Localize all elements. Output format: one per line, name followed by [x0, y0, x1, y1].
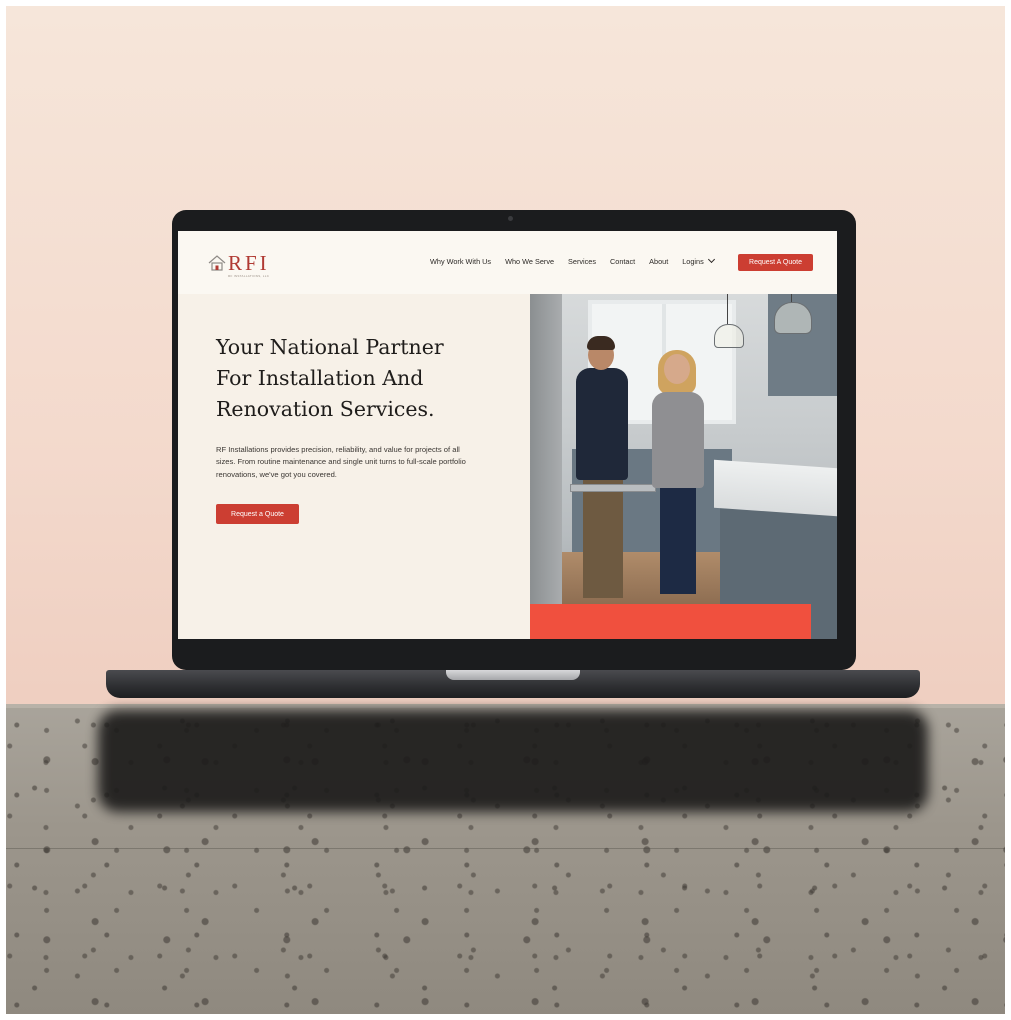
site-logo[interactable]: RFI RF INSTALLATIONS, LLC — [208, 247, 280, 279]
laptop-notch — [446, 670, 580, 680]
pendant-cord — [791, 294, 792, 302]
nav-who-we-serve[interactable]: Who We Serve — [505, 257, 554, 266]
accent-bar — [530, 604, 811, 639]
pendant-light — [714, 324, 744, 348]
laptop-screen: RFI RF INSTALLATIONS, LLC Why Work With … — [178, 231, 837, 639]
site-header: RFI RF INSTALLATIONS, LLC Why Work With … — [178, 231, 837, 294]
request-quote-hero-button[interactable]: Request a Quote — [216, 504, 299, 524]
pendant-light — [774, 302, 812, 334]
hero-description: RF Installations provides precision, rel… — [216, 444, 466, 480]
laptop-base — [106, 670, 920, 698]
house-logo-icon — [208, 255, 226, 271]
ledge-edge — [6, 704, 1005, 708]
woman-figure-head — [664, 354, 690, 384]
nav-logins-dropdown[interactable]: Logins — [682, 255, 715, 266]
request-quote-nav-button[interactable]: Request A Quote — [738, 254, 813, 271]
nav-why-work-with-us[interactable]: Why Work With Us — [430, 257, 491, 266]
woman-figure-legs — [660, 486, 696, 594]
hero-title-line-1: Your National Partner — [216, 335, 444, 359]
hero-title-line-3: Renovation Services. — [216, 397, 435, 421]
laptop-shadow — [98, 710, 928, 812]
pendant-cord — [727, 294, 728, 324]
nav-about[interactable]: About — [649, 257, 668, 266]
nav-logins-label: Logins — [682, 257, 704, 266]
level-tool — [570, 484, 656, 492]
nav-contact[interactable]: Contact — [610, 257, 635, 266]
camera-icon — [508, 216, 513, 221]
man-figure-hair — [587, 336, 615, 350]
man-figure-legs — [583, 478, 623, 598]
woman-figure — [652, 392, 704, 488]
hero-title-line-2: For Installation And — [216, 366, 424, 390]
chevron-down-icon — [707, 255, 715, 264]
marble-countertop — [714, 459, 837, 517]
concrete-seam — [6, 848, 1005, 849]
man-figure — [576, 368, 628, 480]
island-base — [811, 604, 837, 639]
logo-subtext: RF INSTALLATIONS, LLC — [228, 274, 270, 278]
nav-services[interactable]: Services — [568, 257, 596, 266]
doorframe — [530, 294, 562, 604]
main-nav: Why Work With Us Who We Serve Services C… — [430, 255, 715, 266]
logo-text: RFI — [228, 250, 270, 275]
hero-photo — [530, 294, 837, 639]
hero-title: Your National Partner For Installation A… — [216, 332, 506, 425]
kitchen-island — [720, 504, 837, 604]
